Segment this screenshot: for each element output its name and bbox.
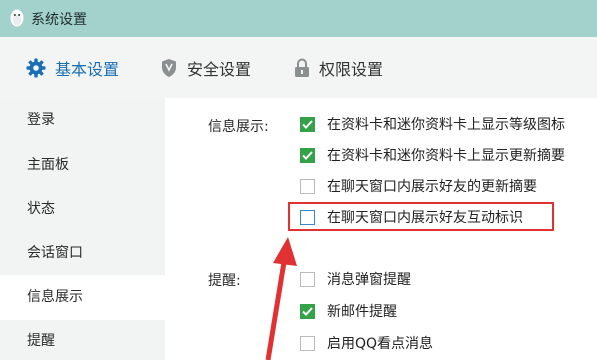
- highlight-box: [288, 202, 554, 231]
- sidebar: 登录 主面板 状态 会话窗口 信息展示 提醒: [0, 98, 165, 360]
- checkbox-checked[interactable]: [300, 116, 315, 132]
- penguin-icon: [10, 9, 24, 27]
- option-label: 消息弹窗提醒: [327, 272, 411, 288]
- lock-icon: [295, 57, 309, 77]
- tab-label: 基本设置: [55, 59, 120, 79]
- checkmark-icon: [302, 150, 313, 160]
- checkbox-unchecked[interactable]: [300, 178, 315, 194]
- info-display-group-label: 信息展示:: [208, 119, 269, 135]
- checkmark-icon: [302, 306, 313, 316]
- gear-icon: [26, 58, 46, 77]
- option-message-popup[interactable]: 消息弹窗提醒: [300, 269, 411, 289]
- sidebar-item-login[interactable]: 登录: [0, 98, 165, 143]
- tab-label: 权限设置: [319, 59, 384, 79]
- option-chat-update-summary[interactable]: 在聊天窗口内展示好友的更新摘要: [300, 176, 537, 196]
- sidebar-item-info-display[interactable]: 信息展示: [0, 275, 165, 320]
- window-title: 系统设置: [31, 12, 87, 28]
- shield-icon: [162, 58, 176, 77]
- tab-bar: 基本设置 安全设置 权限设置: [0, 37, 597, 99]
- checkbox-checked[interactable]: [300, 147, 315, 163]
- option-new-mail[interactable]: 新邮件提醒: [300, 301, 397, 321]
- tab-basic-settings[interactable]: 基本设置: [26, 37, 119, 98]
- option-label: 在聊天窗口内展示好友的更新摘要: [327, 179, 537, 195]
- title-bar: 系统设置: [0, 0, 597, 37]
- option-show-level-icon[interactable]: 在资料卡和迷你资料卡上显示等级图标: [300, 114, 565, 134]
- checkmark-icon: [302, 119, 313, 129]
- reminder-group-label: 提醒:: [208, 273, 241, 289]
- sidebar-item-main-panel[interactable]: 主面板: [0, 143, 165, 188]
- option-label: 在资料卡和迷你资料卡上显示等级图标: [327, 117, 565, 133]
- tab-permission-settings[interactable]: 权限设置: [294, 37, 383, 98]
- checkbox-checked[interactable]: [300, 303, 315, 319]
- sidebar-item-reminder[interactable]: 提醒: [0, 319, 165, 364]
- option-label: 新邮件提醒: [327, 304, 397, 320]
- tab-security-settings[interactable]: 安全设置: [160, 37, 251, 98]
- checkbox-unchecked[interactable]: [300, 335, 315, 351]
- tab-label: 安全设置: [187, 59, 252, 79]
- option-label: 启用QQ看点消息: [327, 336, 434, 352]
- option-show-update-summary[interactable]: 在资料卡和迷你资料卡上显示更新摘要: [300, 145, 565, 165]
- checkbox-unchecked[interactable]: [300, 271, 315, 287]
- sidebar-item-chat-window[interactable]: 会话窗口: [0, 231, 165, 276]
- sidebar-item-status[interactable]: 状态: [0, 187, 165, 232]
- option-qq-kandian[interactable]: 启用QQ看点消息: [300, 333, 433, 353]
- option-label: 在资料卡和迷你资料卡上显示更新摘要: [327, 148, 565, 164]
